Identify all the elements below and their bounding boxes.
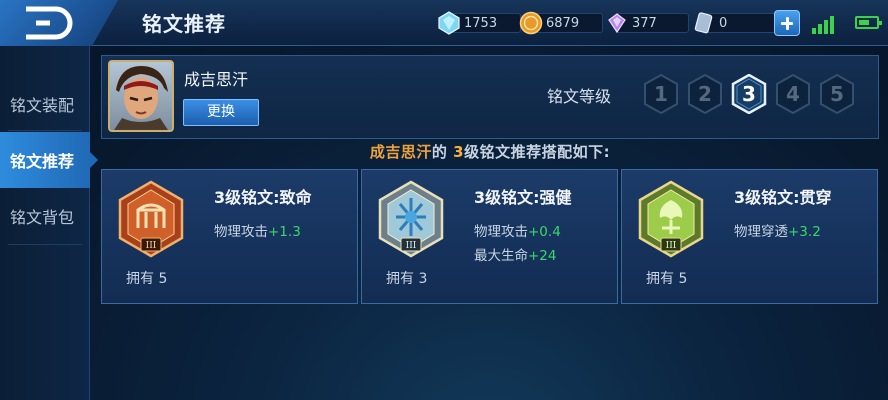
currency-crystal: 377 [605,11,689,35]
level-option-4[interactable]: 4 [775,74,811,114]
gold-coin-icon [519,11,543,35]
currency-voucher: 0 [692,11,776,35]
level-option-2[interactable]: 2 [687,74,723,114]
crystal-count: 377 [632,15,657,31]
change-hero-button[interactable]: 更换 [183,99,259,126]
sidebar-item-label: 铭文推荐 [10,152,75,171]
rune-stat: 最大生命+24 [474,248,557,264]
card-voucher-icon [694,12,713,34]
gold-count: 6879 [546,15,580,31]
back-arrow-icon [26,6,73,40]
sidebar-item-rune-bag[interactable]: 铭文背包 [0,188,90,244]
blue-rune-icon: III [378,180,444,258]
rune-stat: 物理穿透+3.2 [734,224,821,240]
diamond-gem-icon [438,11,460,35]
currency-diamond: 1753 [437,11,521,35]
level-option-1[interactable]: 1 [643,74,679,114]
level-option-label: 4 [786,82,800,106]
hero-avatar[interactable] [108,60,174,132]
hero-name: 成吉思汗 [184,70,249,89]
rune-owned-count: 拥有 5 [646,271,688,287]
rune-card-blue[interactable]: III 3级铭文:强健 物理攻击+0.4 最大生命+24 拥有 3 [361,169,618,304]
sidebar: 铭文装配 铭文推荐 铭文背包 [0,46,98,400]
sidebar-item-rune-recommend[interactable]: 铭文推荐 [0,132,98,188]
level-option-label: 3 [742,82,756,106]
rune-card-green[interactable]: III 3级铭文:贯穿 物理穿透+3.2 拥有 5 [621,169,878,304]
rune-stat: 物理攻击+1.3 [214,224,301,240]
level-option-label: 2 [698,82,712,106]
level-option-label: 5 [830,82,844,106]
rune-level-label: 铭文等级 [547,87,612,106]
rune-title: 3级铭文:贯穿 [734,188,832,207]
sidebar-item-rune-assembly[interactable]: 铭文装配 [0,76,90,132]
voucher-count: 0 [719,15,728,31]
rune-owned-count: 拥有 5 [126,271,168,287]
recommendation-subtitle: 成吉思汗的 3级铭文推荐搭配如下: [101,141,879,162]
back-button[interactable] [0,0,118,46]
hero-panel: 成吉思汗 更换 铭文等级 1 2 3 4 5 [101,55,879,139]
level-option-label: 1 [654,82,668,106]
purple-crystal-icon [608,13,626,34]
battery-icon [855,16,882,29]
sidebar-item-label: 铭文装配 [10,96,75,115]
diamond-count: 1753 [464,15,498,31]
sidebar-item-label: 铭文背包 [10,208,75,227]
currency-gold: 6879 [519,11,603,35]
red-rune-icon: III [118,180,184,258]
top-bar: 铭文推荐 1753 6879 377 0 [0,0,888,46]
recharge-plus-button[interactable] [774,10,800,36]
rune-title: 3级铭文:致命 [214,188,312,207]
green-rune-icon: III [638,180,704,258]
page-title: 铭文推荐 [142,12,226,36]
rune-card-red[interactable]: III 3级铭文:致命 物理攻击+1.3 拥有 5 [101,169,358,304]
rune-tier-label: III [406,241,417,251]
rune-owned-count: 拥有 3 [386,271,428,287]
subtitle-rest: 级铭文推荐搭配如下: [464,143,611,161]
level-option-3[interactable]: 3 [731,74,767,114]
rune-tier-label: III [146,241,157,251]
rune-stat: 物理攻击+0.4 [474,224,561,240]
subtitle-level: 3 [453,143,465,161]
rune-tier-label: III [666,241,677,251]
level-option-5[interactable]: 5 [819,74,855,114]
subtitle-hero-name: 成吉思汗 [369,143,432,161]
signal-icon [812,14,836,34]
rune-title: 3级铭文:强健 [474,188,572,207]
subtitle-middle: 的 [431,143,454,161]
hero-portrait [114,66,168,130]
